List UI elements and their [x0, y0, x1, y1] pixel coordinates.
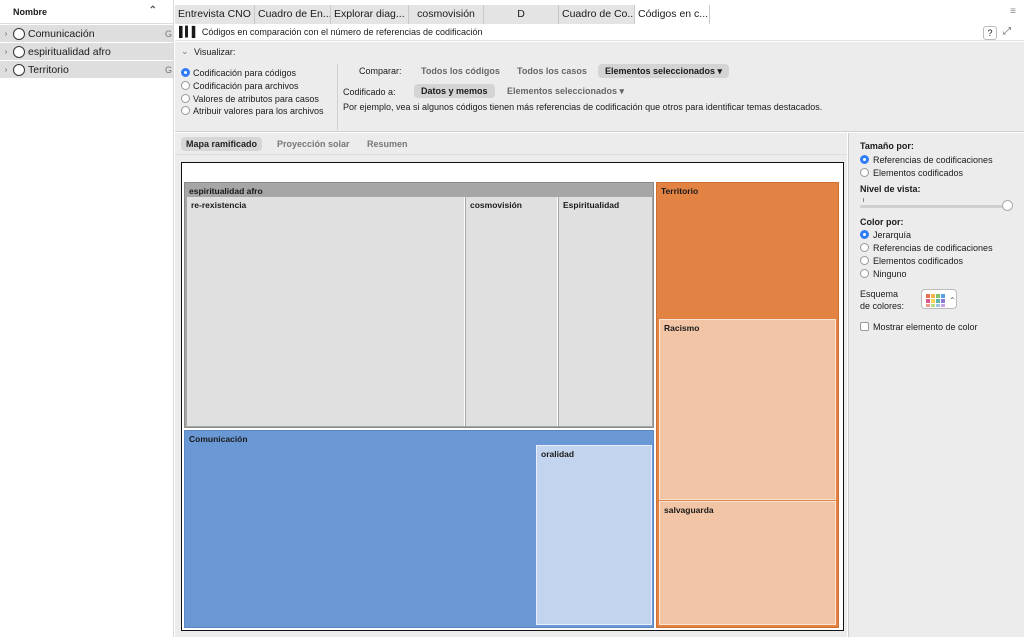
list-item-label: espiritualidad afro: [28, 45, 111, 58]
compare-all-codes[interactable]: Todos los códigos: [421, 66, 500, 76]
code-circle-icon: [13, 63, 25, 76]
color-palette-icon: ⌃: [926, 294, 956, 307]
chart-bars-icon: ▌▍▌: [179, 26, 199, 38]
option-label: Codificación para códigos: [193, 68, 297, 78]
svg-text:⌃: ⌃: [949, 296, 956, 305]
disclosure-arrow-icon[interactable]: ›: [0, 65, 12, 74]
tab-cosmovision[interactable]: cosmovisión: [409, 5, 484, 24]
color-scheme-picker[interactable]: ⌃: [921, 289, 957, 309]
tab-cuadro-de-en[interactable]: Cuadro de En...: [255, 5, 331, 24]
size-by-label: Tamaño por:: [860, 141, 914, 151]
tab-menu-icon[interactable]: ≡: [1010, 6, 1016, 17]
page-title: Códigos en comparación con el número de …: [201, 27, 483, 37]
visualization-title-bar: ▌▍▌ Códigos en comparación con el número…: [175, 24, 1024, 41]
radio-codificacion-archivos[interactable]: [181, 81, 190, 90]
treemap-node-re-rexistencia[interactable]: re-rexistencia: [187, 197, 465, 426]
tab-proyeccion-solar[interactable]: Proyección solar: [272, 137, 355, 151]
column-header-name[interactable]: Nombre ⌃: [0, 0, 173, 24]
radio-codificacion-codigos[interactable]: [181, 68, 190, 77]
radio-atribuir-valores-archivos[interactable]: [181, 106, 190, 115]
radio-color-none[interactable]: [860, 269, 869, 278]
code-circle-icon: [13, 45, 25, 58]
code-circle-icon: [13, 27, 25, 40]
view-level-label: Nivel de vista:: [860, 184, 921, 194]
view-level-slider[interactable]: [860, 205, 1012, 208]
expand-icon[interactable]: ⤢: [1003, 26, 1011, 37]
collapse-chevron-icon[interactable]: ⌄: [181, 46, 189, 57]
coded-to-label: Codificado a:: [343, 87, 396, 97]
column-header-label: Nombre: [13, 6, 48, 17]
option-label: Valores de atributos para casos: [193, 94, 319, 104]
tab-codigos-en-c[interactable]: Códigos en c...: [635, 5, 710, 24]
help-button[interactable]: ?: [983, 26, 997, 40]
tab-explorar-diag[interactable]: Explorar diag...: [331, 5, 409, 24]
option-label: Elementos codificados: [873, 256, 964, 266]
option-label: Codificación para archivos: [193, 81, 299, 91]
tab-entrevista-cno[interactable]: Entrevista CNO: [175, 5, 255, 24]
coded-data-and-memos[interactable]: Datos y memos: [414, 84, 495, 98]
radio-color-hierarchy[interactable]: [860, 230, 869, 239]
show-color-checkbox[interactable]: [860, 322, 869, 331]
list-item-label: Comunicación: [28, 27, 95, 40]
slider-tick: [863, 198, 864, 202]
treemap-node-espiritualidad[interactable]: Espiritualidad: [559, 197, 652, 426]
tab-d[interactable]: D: [484, 5, 559, 24]
show-color-label: Mostrar elemento de color: [873, 322, 978, 332]
code-list-panel: Nombre ⌃ › Comunicación G › espiritualid…: [0, 0, 174, 637]
list-item-comunicacion[interactable]: › Comunicación G: [0, 25, 173, 42]
disclosure-arrow-icon[interactable]: ›: [0, 47, 12, 56]
option-label: Ninguno: [873, 269, 907, 279]
list-item-suffix: G: [164, 64, 172, 75]
color-scheme-label-2: de colores:: [860, 301, 905, 311]
treemap-node-racismo[interactable]: Racismo: [659, 319, 836, 500]
visualize-label: Visualizar:: [194, 47, 236, 57]
radio-size-coded-items[interactable]: [860, 168, 869, 177]
coded-selected-items[interactable]: Elementos seleccionados ▾: [507, 86, 624, 97]
compare-selected-items[interactable]: Elementos seleccionados ▾: [598, 64, 730, 78]
option-label: Jerarquía: [873, 230, 912, 240]
document-tabs: Entrevista CNO Cuadro de En... Explorar …: [175, 5, 1024, 24]
option-label: Atribuir valores para los archivos: [193, 106, 324, 116]
description-text: Por ejemplo, vea si algunos códigos tien…: [343, 102, 823, 112]
list-item-espiritualidad-afro[interactable]: › espiritualidad afro: [0, 43, 173, 60]
treemap-node-oralidad[interactable]: oralidad: [536, 445, 652, 625]
radio-color-coding-references[interactable]: [860, 243, 869, 252]
list-item-suffix: G: [164, 28, 172, 39]
compare-label: Comparar:: [359, 66, 402, 76]
option-label: Elementos codificados: [873, 168, 964, 178]
option-label: Referencias de codificaciones: [873, 155, 993, 165]
tab-resumen[interactable]: Resumen: [362, 137, 413, 151]
tab-mapa-ramificado[interactable]: Mapa ramificado: [181, 137, 263, 151]
view-level-slider-handle[interactable]: [1002, 200, 1013, 211]
view-tabs: Mapa ramificado Proyección solar Resumen: [175, 133, 847, 155]
treemap-node-salvaguarda[interactable]: salvaguarda: [659, 501, 836, 625]
radio-size-coding-references[interactable]: [860, 155, 869, 164]
color-scheme-label: Esquema: [860, 289, 899, 299]
color-by-label: Color por:: [860, 217, 904, 227]
radio-valores-atributos-casos[interactable]: [181, 94, 190, 103]
list-item-territorio[interactable]: › Territorio G: [0, 61, 173, 78]
disclosure-arrow-icon[interactable]: ›: [0, 29, 12, 38]
list-item-label: Territorio: [28, 63, 69, 76]
option-label: Referencias de codificaciones: [873, 243, 993, 253]
chevron-up-icon[interactable]: ⌃: [149, 5, 157, 16]
display-options-panel: [848, 133, 1024, 637]
compare-all-cases[interactable]: Todos los casos: [517, 66, 587, 76]
options-divider: [337, 64, 338, 130]
treemap-node-cosmovision[interactable]: cosmovisión: [466, 197, 558, 426]
tab-cuadro-de-co[interactable]: Cuadro de Co...: [559, 5, 635, 24]
radio-color-coded-items[interactable]: [860, 256, 869, 265]
